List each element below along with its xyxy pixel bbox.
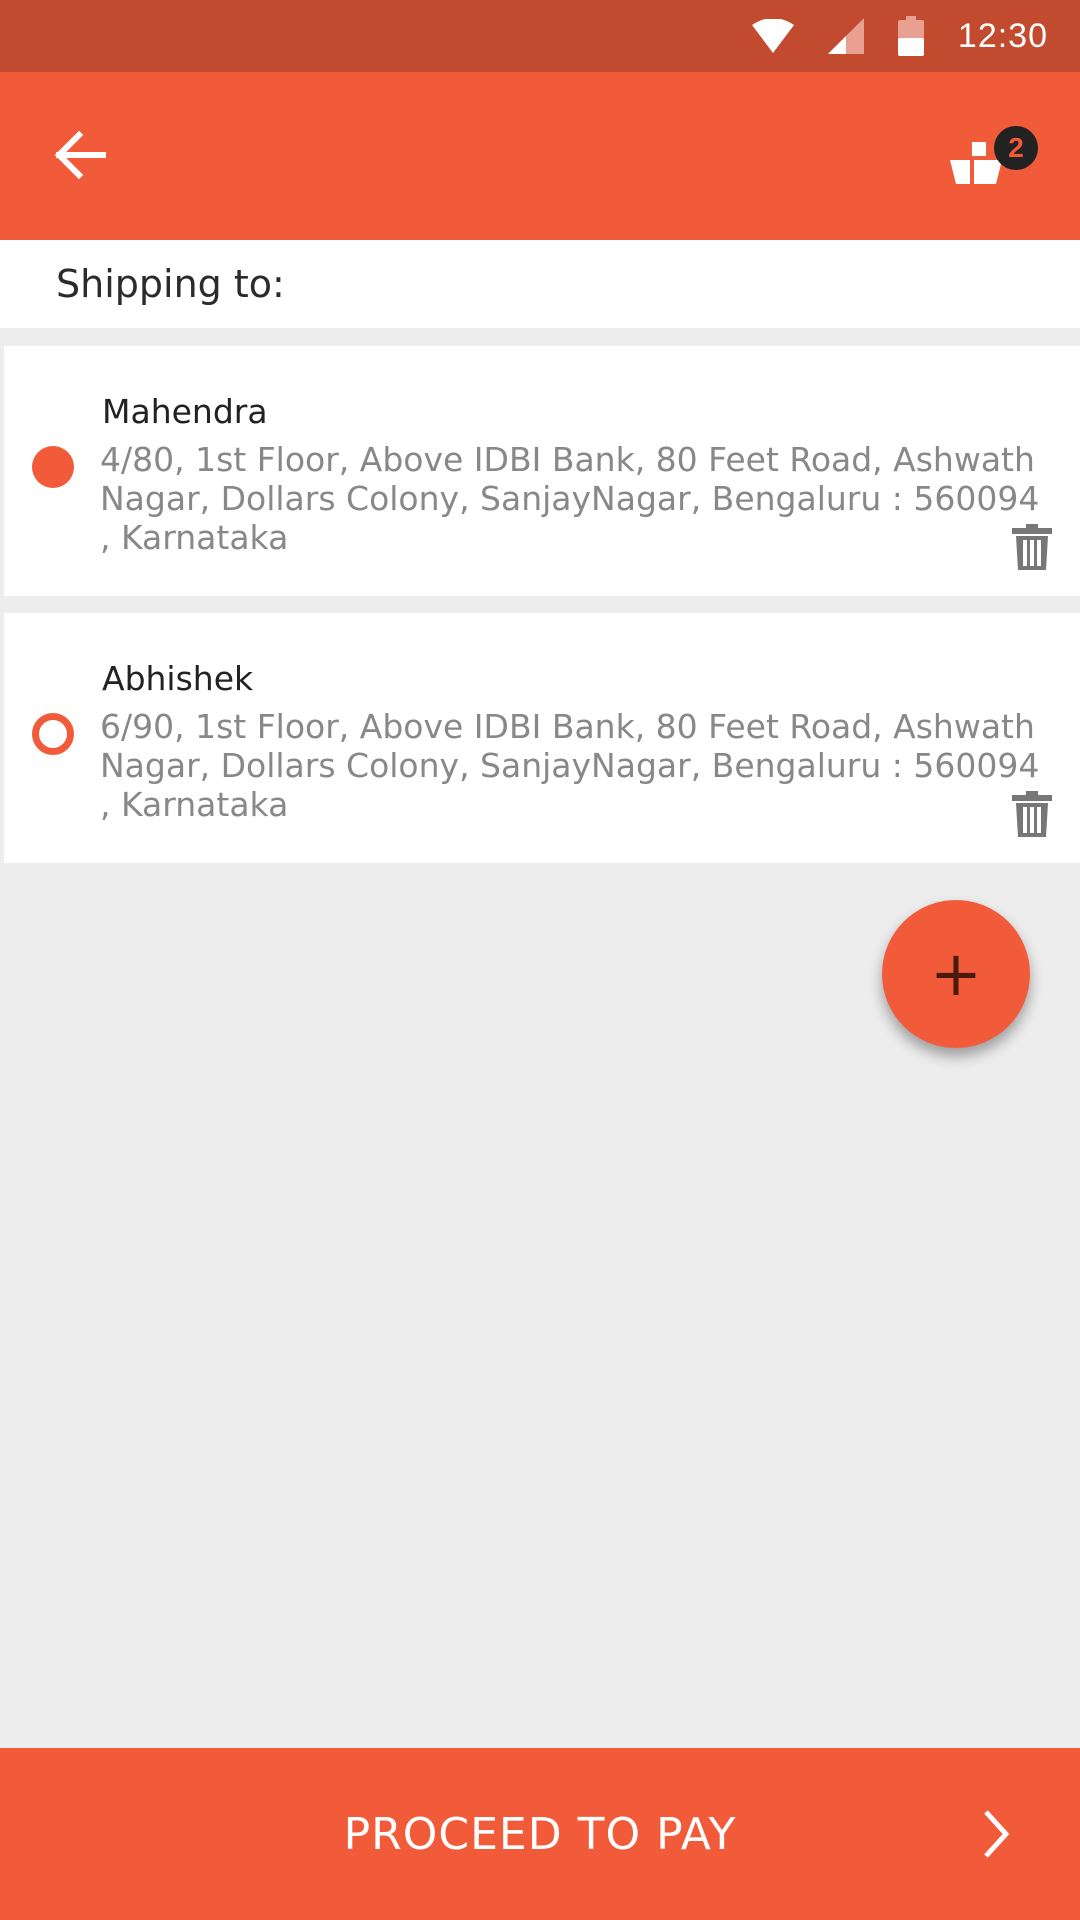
address-name: Abhishek — [102, 659, 254, 698]
address-name: Mahendra — [102, 392, 268, 431]
address-text: 6/90, 1st Floor, Above IDBI Bank, 80 Fee… — [100, 707, 1040, 824]
cart-count-badge: 2 — [994, 126, 1038, 170]
app-bar: 2 — [0, 72, 1080, 240]
address-card[interactable]: Mahendra 4/80, 1st Floor, Above IDBI Ban… — [4, 346, 1080, 596]
plus-icon: + — [930, 937, 982, 1010]
back-arrow-icon — [53, 130, 107, 183]
address-radio-selected[interactable] — [32, 446, 74, 488]
battery-icon — [897, 16, 924, 56]
status-bar: 12:30 — [0, 0, 1080, 72]
address-text: 4/80, 1st Floor, Above IDBI Bank, 80 Fee… — [100, 440, 1040, 557]
signal-icon — [827, 18, 864, 54]
address-card[interactable]: Abhishek 6/90, 1st Floor, Above IDBI Ban… — [4, 613, 1080, 863]
shipping-header-label: Shipping to: — [56, 262, 285, 306]
delete-address-button[interactable] — [1012, 524, 1058, 578]
trash-icon — [1012, 524, 1052, 574]
proceed-to-pay-label: PROCEED TO PAY — [343, 1808, 737, 1860]
proceed-to-pay-button[interactable]: PROCEED TO PAY — [0, 1748, 1080, 1920]
status-time: 12:30 — [957, 16, 1048, 55]
chevron-right-icon — [980, 1804, 1014, 1868]
address-radio-unselected[interactable] — [32, 713, 74, 755]
cart-button[interactable]: 2 — [950, 112, 1040, 202]
delete-address-button[interactable] — [1012, 791, 1058, 845]
shipping-header: Shipping to: — [0, 240, 1080, 328]
trash-icon — [1012, 791, 1052, 841]
back-button[interactable] — [40, 122, 120, 192]
wifi-icon — [751, 19, 794, 53]
add-address-button[interactable]: + — [882, 900, 1030, 1048]
